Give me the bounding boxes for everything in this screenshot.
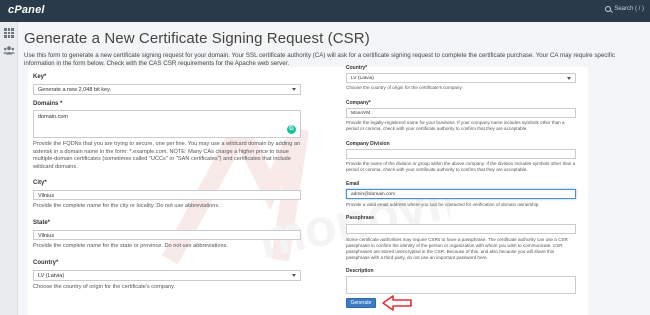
key-select[interactable]: Generate a new 2,048 bit key. — [33, 84, 301, 95]
company-label: Company* — [346, 100, 371, 106]
key-select-value: Generate a new 2,048 bit key. — [38, 87, 111, 93]
search-box[interactable]: Search ( / ) — [605, 6, 644, 12]
generate-button[interactable]: Generate — [346, 298, 376, 308]
division-help: Provide the name of the division or grou… — [346, 161, 576, 172]
passphrase-input[interactable] — [346, 224, 576, 234]
domains-help: Provide the FQDNs that you are trying to… — [33, 141, 301, 170]
domains-textarea[interactable]: domain.com G — [33, 110, 301, 138]
email-value: admin@domain.com — [351, 191, 396, 197]
email-input[interactable]: admin@domain.com — [346, 189, 576, 199]
key-label: Key* — [33, 74, 47, 80]
grammarly-icon[interactable]: G — [287, 125, 296, 134]
email-label: Email — [346, 181, 360, 187]
city-label: City* — [33, 180, 47, 186]
state-help: Provide the complete name for the state … — [33, 243, 228, 249]
country-right-label: Country* — [346, 65, 368, 71]
state-label: State* — [33, 220, 51, 226]
description-textarea[interactable] — [346, 276, 576, 294]
country-right-help: Choose the country of origin for the cer… — [346, 85, 463, 90]
domains-value: domain.com — [38, 114, 68, 120]
caret-down-icon — [567, 77, 571, 80]
country-right-value: LV (Latvia) — [351, 75, 374, 81]
city-help: Provide the complete name for the city o… — [33, 203, 220, 209]
users-icon[interactable] — [3, 46, 15, 55]
passphrase-label: Passphrase — [346, 215, 375, 221]
division-input[interactable] — [346, 149, 576, 159]
division-label: Company Division — [346, 141, 390, 147]
passphrase-help: Some certificate authorities may require… — [346, 237, 568, 260]
description-label: Description — [346, 268, 374, 274]
cpanel-logo[interactable]: cPanel — [8, 4, 45, 16]
city-value: Vilnius — [38, 192, 55, 199]
search-icon — [605, 6, 612, 12]
domains-label: Domains * — [33, 101, 63, 107]
caret-down-icon — [292, 88, 296, 91]
state-input[interactable]: Vilnius — [33, 230, 301, 240]
side-nav — [0, 22, 18, 315]
email-help: Provide a valid email address where you … — [346, 202, 540, 207]
search-label: Search ( / ) — [614, 6, 644, 12]
company-value: MonoVM — [351, 110, 371, 116]
page-title: Generate a New Certificate Signing Reque… — [24, 30, 370, 47]
red-arrow-icon — [382, 295, 412, 311]
grid-icon[interactable] — [4, 28, 14, 38]
intro-text: Use this form to generate a new certific… — [24, 52, 615, 67]
country-right-select[interactable]: LV (Latvia) — [346, 73, 576, 83]
company-help: Provide the legally-registered name for … — [346, 120, 565, 131]
state-value: Vilnius — [38, 232, 55, 239]
country-left-help: Choose the country of origin for the cer… — [33, 284, 176, 290]
top-bar: cPanel Search ( / ) — [0, 0, 650, 22]
country-left-value: LV (Latvia) — [38, 273, 65, 279]
country-left-label: Country* — [33, 260, 59, 266]
city-input[interactable]: Vilnius — [33, 190, 301, 200]
country-left-select[interactable]: LV (Latvia) — [33, 270, 301, 281]
caret-down-icon — [292, 274, 296, 277]
company-input[interactable]: MonoVM — [346, 108, 576, 118]
